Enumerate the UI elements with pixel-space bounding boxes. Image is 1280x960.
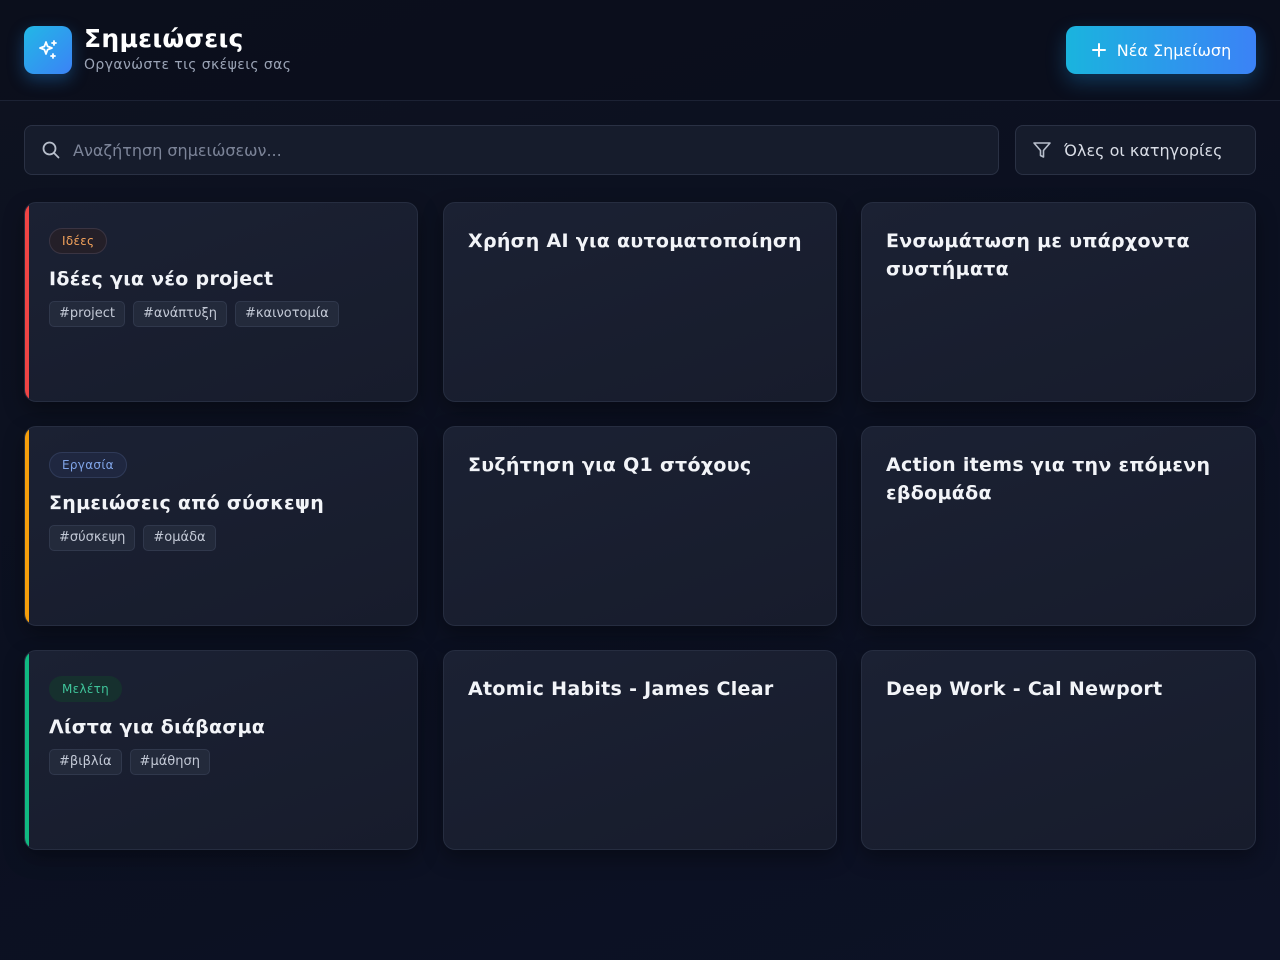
tag-list: #σύσκεψη #ομάδα [49,525,216,551]
note-card[interactable]: Εργασία Σημειώσεις από σύσκεψη #σύσκεψη … [24,426,418,626]
tag[interactable]: #βιβλία [49,749,122,775]
app-title: Σημειώσεις [84,24,244,53]
search-input[interactable] [73,140,998,160]
tag-list: #βιβλία #μάθηση [49,749,210,775]
tag[interactable]: #μάθηση [129,749,210,775]
category-filter-label: Όλες οι κατηγορίες [1064,140,1223,160]
note-card[interactable]: Action items για την επόμενη εβδομάδα [861,426,1256,626]
tag[interactable]: #σύσκεψη [49,525,136,551]
category-accent-bar [25,427,29,625]
note-title: Συζήτηση για Q1 στόχους [468,454,752,476]
new-note-button[interactable]: Νέα Σημείωση [1066,26,1256,74]
category-badge: Μελέτη [49,676,123,702]
search-icon [41,140,61,160]
note-card[interactable]: Atomic Habits - James Clear [443,650,837,850]
sparkles-icon [24,26,72,74]
note-title: Σημειώσεις από σύσκεψη [49,492,325,514]
note-title: Action items για την επόμενη εβδομάδα [886,454,1211,504]
tag[interactable]: #project [49,301,126,327]
tag[interactable]: #ομάδα [143,525,216,551]
note-title: Ιδέες για νέο project [49,268,274,290]
note-title: Ενσωμάτωση με υπάρχοντα συστήματα [886,230,1190,280]
category-accent-bar [25,203,29,401]
new-note-button-label: Νέα Σημείωση [1116,40,1232,60]
plus-icon [1091,43,1106,57]
app-header: Σημειώσεις Οργανώστε τις σκέψεις σας Νέα… [0,0,1280,101]
filter-icon [1032,140,1052,160]
note-card[interactable]: Μελέτη Λίστα για διάβασμα #βιβλία #μάθησ… [24,650,418,850]
category-badge: Εργασία [49,452,127,478]
app-subtitle: Οργανώστε τις σκέψεις σας [84,57,292,73]
note-card[interactable]: Συζήτηση για Q1 στόχους [443,426,837,626]
category-accent-bar [25,651,29,849]
note-title: Deep Work - Cal Newport [886,678,1163,700]
category-filter-select[interactable]: Όλες οι κατηγορίες [1015,125,1256,175]
tag-list: #project #ανάπτυξη #καινοτομία [49,301,339,327]
note-card[interactable]: Ενσωμάτωση με υπάρχοντα συστήματα [861,202,1256,402]
note-card[interactable]: Deep Work - Cal Newport [861,650,1256,850]
note-card[interactable]: Χρήση AI για αυτοματοποίηση [443,202,837,402]
category-badge: Ιδέες [49,228,108,254]
note-title: Λίστα για διάβασμα [49,716,266,738]
search-bar [24,125,999,175]
note-card[interactable]: Ιδέες Ιδέες για νέο project #project #αν… [24,202,418,402]
tag[interactable]: #καινοτομία [234,301,339,327]
note-title: Atomic Habits - James Clear [468,678,774,700]
tag[interactable]: #ανάπτυξη [133,301,227,327]
note-title: Χρήση AI για αυτοματοποίηση [468,230,802,252]
